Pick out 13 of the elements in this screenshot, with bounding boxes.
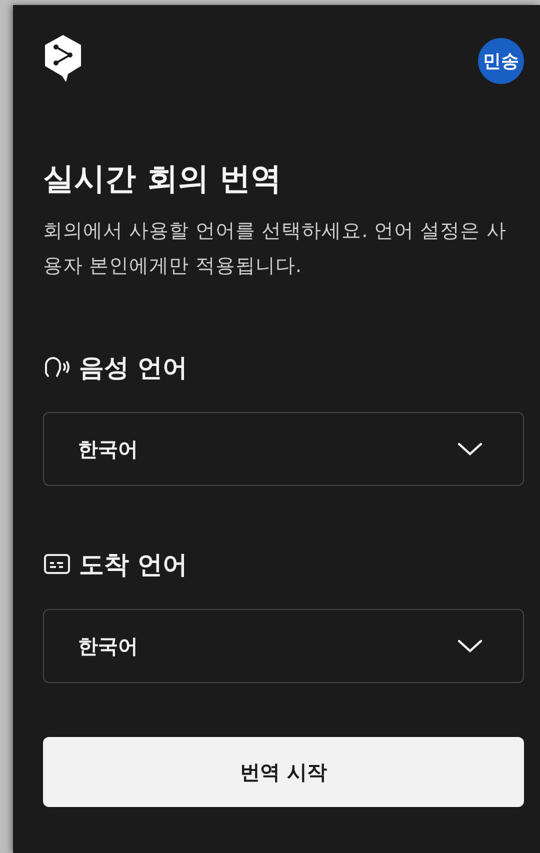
user-avatar[interactable]: 민송 bbox=[478, 38, 524, 84]
chevron-down-icon bbox=[457, 442, 483, 456]
start-translation-button[interactable]: 번역 시작 bbox=[43, 737, 524, 807]
headphone-icon bbox=[43, 355, 71, 379]
section-label: 음성 언어 bbox=[79, 352, 188, 384]
language-dropdown[interactable]: 한국어 bbox=[43, 609, 524, 683]
section-label: 도착 언어 bbox=[79, 548, 188, 580]
chevron-down-icon bbox=[457, 639, 483, 653]
page-title: 실시간 회의 번역 bbox=[43, 160, 283, 199]
description-text: 회의에서 사용할 언어를 선택하세요. 언어 설정은 사용자 본인에게만 적용됩니다. bbox=[43, 218, 508, 279]
language-dropdown[interactable]: 한국어 bbox=[43, 412, 524, 486]
logo-icon bbox=[43, 34, 83, 84]
subtitles-icon bbox=[43, 553, 71, 575]
